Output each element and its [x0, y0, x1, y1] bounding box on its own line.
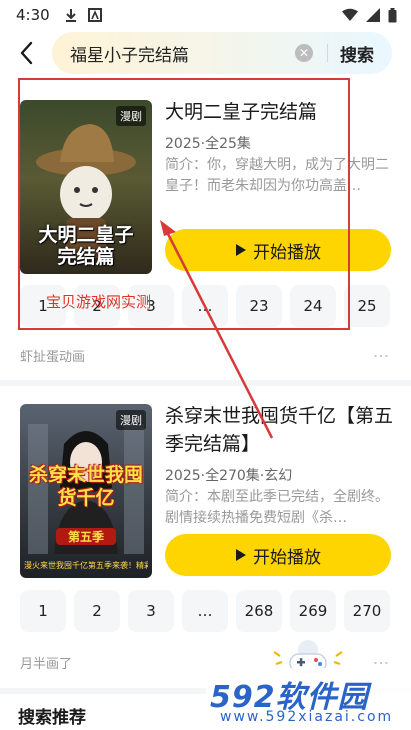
result-meta-1: 2025·全25集: [165, 136, 251, 152]
play-icon: [236, 549, 246, 561]
search-recommend-heading: 搜索推荐: [18, 707, 86, 728]
cover-badge-1: 漫剧: [116, 106, 146, 126]
cover-caption-2: 漫火来世我囤千亿第五季来袭！精彩继续！: [24, 561, 148, 570]
more-options-icon[interactable]: ⋮: [372, 348, 391, 364]
cover-title-2: 杀穿末世我囤货千亿: [28, 464, 143, 509]
signal-icon: [366, 8, 380, 22]
source-row-1: 虾扯蛋动画 ⋮: [20, 346, 391, 366]
episode-more-chip[interactable]: …: [182, 590, 228, 632]
episode-more-chip[interactable]: …: [182, 285, 228, 327]
episode-chip[interactable]: 25: [344, 285, 390, 327]
episode-chip[interactable]: 23: [236, 285, 282, 327]
episode-chip[interactable]: 2: [74, 590, 120, 632]
clear-icon[interactable]: ✕: [295, 44, 313, 62]
episode-chip[interactable]: 3: [128, 590, 174, 632]
watermark-url: www.592xiazai.com: [220, 709, 394, 725]
episode-chip[interactable]: 1: [20, 590, 66, 632]
status-time: 4:30: [16, 6, 50, 24]
annotation-label: 宝贝游戏网实测: [46, 293, 152, 311]
cover-badge-2: 漫剧: [116, 410, 146, 430]
battery-icon: [388, 7, 397, 22]
episode-chip[interactable]: 24: [290, 285, 336, 327]
cover-title-1: 大明二皇子完结篇: [38, 224, 134, 268]
search-button[interactable]: 搜索: [328, 41, 392, 66]
play-button-1[interactable]: 开始播放: [165, 229, 391, 271]
play-label-2: 开始播放: [253, 547, 321, 568]
app-notification-icon: [87, 8, 102, 22]
result-title-2[interactable]: 杀穿末世我囤货千亿【第五季完结篇】: [165, 402, 395, 458]
download-icon: [65, 9, 76, 22]
wifi-icon: [342, 8, 358, 21]
back-button[interactable]: [6, 30, 46, 76]
episode-chip[interactable]: 269: [290, 590, 336, 632]
cover-image-2[interactable]: 漫剧 杀穿末世我囤货千亿 第五季 漫火来世我囤千亿第五季来袭！精彩继续！: [20, 404, 152, 578]
result-desc-2: 简介：本剧至此季已完结，全剧终。剧情接续热播免费短剧《杀…: [165, 489, 389, 526]
search-header: 福星小子完结篇 ✕ 搜索: [0, 30, 411, 76]
divider: [0, 380, 411, 386]
episode-chip[interactable]: 268: [236, 590, 282, 632]
source-name-2: 月半画了: [20, 657, 73, 672]
result-desc-1: 简介：你，穿越大明，成为了大明二皇子！而老朱却因为你功高盖…: [165, 157, 389, 194]
play-button-2[interactable]: 开始播放: [165, 534, 391, 576]
search-query[interactable]: 福星小子完结篇: [70, 41, 295, 66]
source-name-1: 虾扯蛋动画: [20, 350, 86, 365]
play-icon: [236, 244, 246, 256]
episode-chip[interactable]: 270: [344, 590, 390, 632]
episode-list-2: 1 2 3 … 268 269 270: [20, 590, 390, 632]
status-bar: 4:30: [0, 0, 411, 30]
cover-image-1[interactable]: 漫剧 大明二皇子完结篇: [20, 100, 152, 274]
back-arrow-icon: [20, 41, 33, 65]
cover-subtitle-2: 第五季: [56, 528, 116, 545]
search-input[interactable]: 福星小子完结篇 ✕ 搜索: [52, 32, 392, 74]
play-label-1: 开始播放: [253, 242, 321, 263]
result-meta-2: 2025·全270集·玄幻: [165, 468, 293, 484]
result-title-1[interactable]: 大明二皇子完结篇: [165, 98, 395, 126]
